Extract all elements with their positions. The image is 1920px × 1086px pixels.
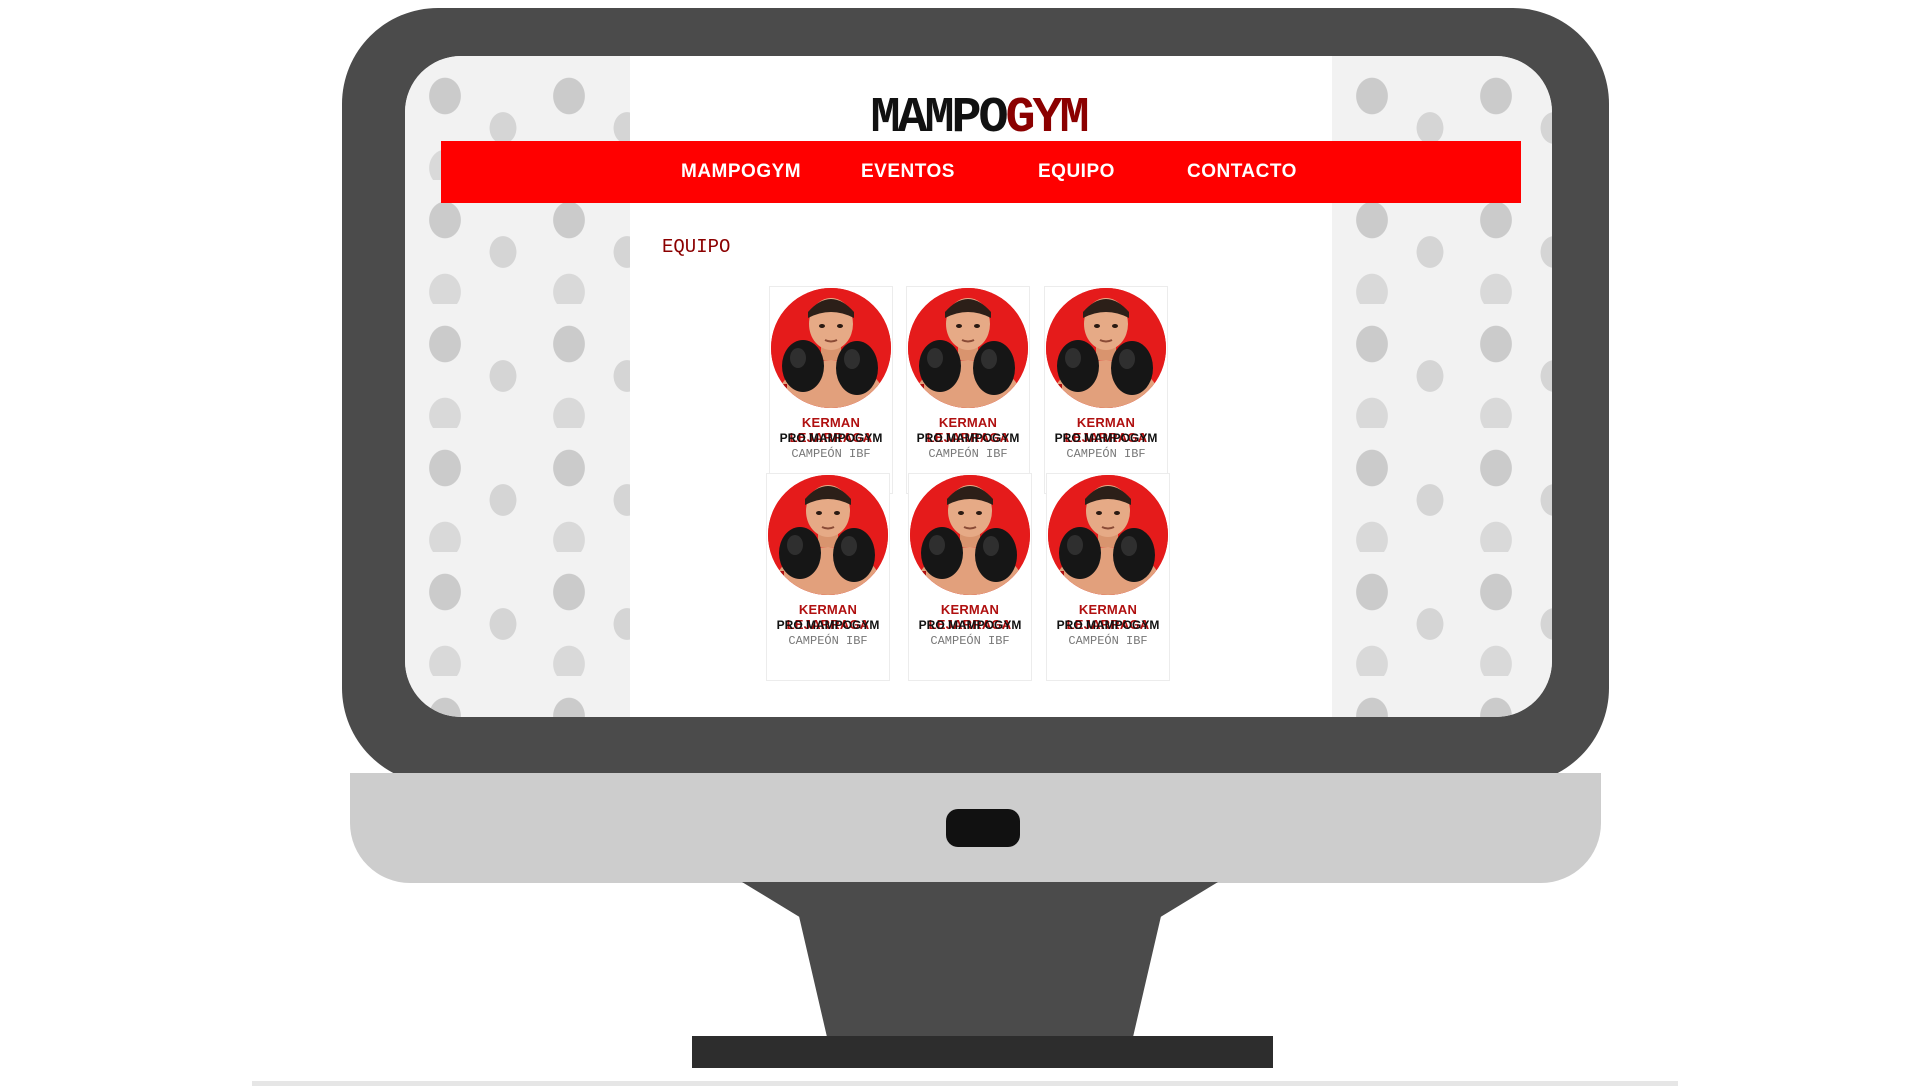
team-member-role: PRO MAMPOGYM xyxy=(1056,618,1160,632)
boxer-avatar xyxy=(910,475,1030,595)
nav-item-mampogym[interactable]: MAMPOGYM xyxy=(681,161,801,183)
boxer-avatar xyxy=(908,288,1028,408)
team-member-title: CAMPEÓN IBF xyxy=(791,447,871,461)
nav-bar: MAMPOGYM EVENTOS EQUIPO CONTACTO xyxy=(441,141,1521,203)
team-member-role: PRO MAMPOGYM xyxy=(776,618,880,632)
team-member-title: CAMPEÓN IBF xyxy=(1066,447,1146,461)
team-card[interactable]: KERMAN LEJARRAGA PRO MAMPOGYM CAMPEÓN IB… xyxy=(906,286,1030,494)
boxer-photo-icon xyxy=(771,288,891,408)
desk-line xyxy=(252,1081,1678,1086)
boxer-photo-icon xyxy=(1048,475,1168,595)
monitor-screen: MAMPOGYM MAMPOGYM EVENTOS EQUIPO CONTACT… xyxy=(405,56,1552,717)
monitor-stand-base xyxy=(692,1036,1273,1068)
team-member-title: CAMPEÓN IBF xyxy=(928,447,1008,461)
boxer-photo-icon xyxy=(910,475,1030,595)
team-member-title: CAMPEÓN IBF xyxy=(930,634,1010,648)
section-title: EQUIPO xyxy=(662,236,731,258)
boxer-avatar xyxy=(771,288,891,408)
team-member-role: PRO MAMPOGYM xyxy=(916,431,1020,445)
nav-item-contacto[interactable]: CONTACTO xyxy=(1187,161,1297,183)
logo-main-text: MAMPO xyxy=(870,90,1008,147)
site-logo[interactable]: MAMPOGYM xyxy=(405,90,1552,147)
team-member-role: PRO MAMPOGYM xyxy=(779,431,883,445)
team-card[interactable]: KERMAN LEJARRAGA PRO MAMPOGYM CAMPEÓN IB… xyxy=(1046,473,1170,681)
team-card[interactable]: KERMAN LEJARRAGA PRO MAMPOGYM CAMPEÓN IB… xyxy=(769,286,893,494)
team-card[interactable]: KERMAN LEJARRAGA PRO MAMPOGYM CAMPEÓN IB… xyxy=(1044,286,1168,494)
team-member-role: PRO MAMPOGYM xyxy=(1054,431,1158,445)
team-member-title: CAMPEÓN IBF xyxy=(788,634,868,648)
team-member-title: CAMPEÓN IBF xyxy=(1068,634,1148,648)
boxer-photo-icon xyxy=(908,288,1028,408)
monitor-logo-slot xyxy=(946,809,1020,847)
logo-accent-text: GYM xyxy=(1005,90,1090,147)
nav-item-equipo[interactable]: EQUIPO xyxy=(1038,161,1115,183)
boxer-avatar xyxy=(1048,475,1168,595)
team-member-role: PRO MAMPOGYM xyxy=(918,618,1022,632)
nav-item-eventos[interactable]: EVENTOS xyxy=(861,161,955,183)
team-card[interactable]: KERMAN LEJARRAGA PRO MAMPOGYM CAMPEÓN IB… xyxy=(908,473,1032,681)
boxer-avatar xyxy=(768,475,888,595)
boxer-avatar xyxy=(1046,288,1166,408)
boxer-photo-icon xyxy=(768,475,888,595)
monitor-stand-neck xyxy=(742,882,1218,1040)
boxer-photo-icon xyxy=(1046,288,1166,408)
team-card[interactable]: KERMAN LEJARRAGA PRO MAMPOGYM CAMPEÓN IB… xyxy=(766,473,890,681)
